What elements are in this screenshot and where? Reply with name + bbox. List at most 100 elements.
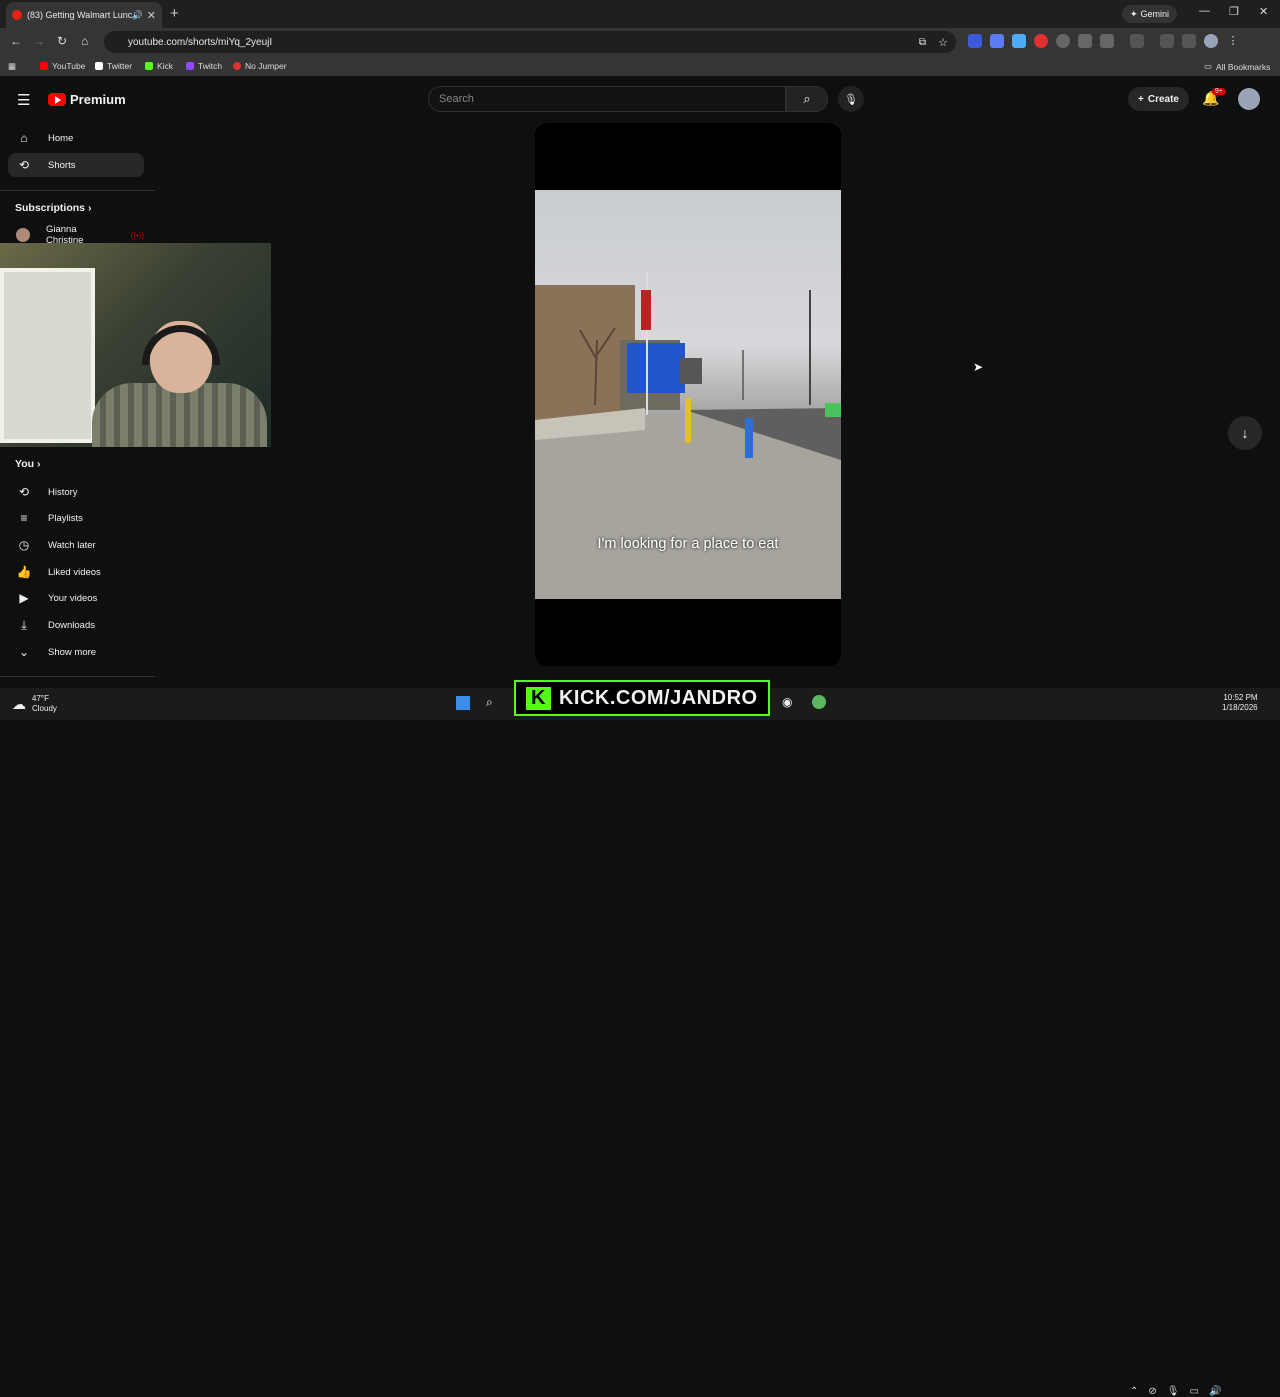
- mouse-cursor-icon: ➤: [973, 360, 984, 374]
- playlists-icon: ≡: [20, 511, 28, 525]
- minimize-icon[interactable]: —: [1199, 5, 1210, 17]
- x-icon: [95, 62, 103, 70]
- close-window-icon[interactable]: ✕: [1259, 5, 1268, 18]
- you-heading[interactable]: You ›: [15, 458, 40, 470]
- mic-icon: 🎙: [844, 93, 858, 106]
- bookmark-twitter[interactable]: Twitter: [95, 61, 132, 71]
- sidebar-item-label: Home: [48, 132, 74, 144]
- channel-avatar: [16, 228, 30, 242]
- close-tab-icon[interactable]: ✕: [147, 9, 156, 22]
- display-icon[interactable]: ▭: [1189, 1386, 1198, 1397]
- create-button[interactable]: + Create: [1128, 87, 1189, 111]
- webcam-overlay: [0, 243, 271, 447]
- download-icon[interactable]: [1160, 34, 1174, 48]
- taskbar-search-icon[interactable]: ⌕: [486, 695, 493, 710]
- mic-icon[interactable]: 🎙: [1167, 1386, 1180, 1397]
- back-icon[interactable]: ←: [10, 34, 22, 48]
- search-input[interactable]: Search: [428, 86, 786, 112]
- apps-grid-icon[interactable]: ▦: [8, 61, 16, 72]
- cloud-icon: ☁: [12, 696, 26, 712]
- folder-icon: ▭: [1204, 61, 1213, 71]
- bookmark-youtube[interactable]: YouTube: [40, 61, 85, 71]
- kick-icon: [145, 62, 153, 70]
- divider: [0, 190, 155, 191]
- menu-dots-icon[interactable]: ⋮: [1226, 34, 1240, 48]
- hamburger-menu-icon[interactable]: ☰: [17, 91, 30, 109]
- sidebar-item-watch-later[interactable]: ◷ Watch later: [8, 533, 144, 557]
- video-caption: I'm looking for a place to eat: [597, 536, 779, 552]
- all-bookmarks[interactable]: ▭ All Bookmarks: [1204, 61, 1270, 72]
- profile-icon[interactable]: [1204, 34, 1218, 48]
- sidebar-item-playlists[interactable]: ≡ Playlists: [8, 506, 144, 530]
- bookmark-kick[interactable]: Kick: [145, 61, 173, 71]
- gemini-button[interactable]: ✦ Gemini: [1122, 5, 1178, 23]
- sidebar-item-shorts[interactable]: ⟲ Shorts: [8, 153, 144, 177]
- sidebar-item-home[interactable]: ⌂ Home: [8, 126, 144, 150]
- sidebar-item-label: Show more: [48, 646, 97, 658]
- plus-icon: +: [1138, 93, 1144, 105]
- windows-start-icon[interactable]: [456, 696, 470, 710]
- extension-icon[interactable]: [1078, 34, 1092, 48]
- bookmark-label: No Jumper: [245, 61, 287, 71]
- avatar[interactable]: [1238, 88, 1260, 110]
- new-tab-icon[interactable]: +: [170, 5, 179, 22]
- media-icon[interactable]: [1182, 34, 1196, 48]
- youtube-favicon-icon: [12, 10, 22, 20]
- extension-icon[interactable]: [1034, 34, 1048, 48]
- sidebar-item-label: Liked videos: [48, 566, 101, 578]
- cast-icon[interactable]: ⧉: [919, 37, 926, 48]
- extension-icon[interactable]: [1056, 34, 1070, 48]
- extension-icon[interactable]: [990, 34, 1004, 48]
- sidebar-item-label: Shorts: [48, 159, 76, 171]
- address-bar[interactable]: youtube.com/shorts/miYq_2yeujI ⧉ ☆: [104, 31, 956, 53]
- bookmark-label: Twitter: [107, 61, 133, 71]
- extension-icon[interactable]: [1012, 34, 1026, 48]
- next-short-button[interactable]: ↓: [1228, 416, 1262, 450]
- video-frame[interactable]: I'm looking for a place to eat: [535, 190, 841, 599]
- bookmark-no-jumper[interactable]: No Jumper: [233, 61, 287, 71]
- chevron-up-icon[interactable]: ⌃: [1130, 1386, 1138, 1397]
- steam-icon[interactable]: ◉: [782, 695, 792, 709]
- browser-toolbar: ← → ↻ ⌂ youtube.com/shorts/miYq_2yeujI ⧉…: [0, 28, 1280, 56]
- search-icon: ⌕: [803, 91, 811, 106]
- url-text: youtube.com/shorts/miYq_2yeujI: [128, 36, 273, 48]
- bookmark-label: Twitch: [198, 61, 223, 71]
- search-button[interactable]: ⌕: [786, 86, 828, 112]
- volume-icon[interactable]: 🔊: [1209, 1386, 1221, 1397]
- home-icon[interactable]: ⌂: [81, 34, 88, 48]
- shorts-player[interactable]: I'm looking for a place to eat: [535, 123, 841, 666]
- sidebar-item-label: Your videos: [48, 592, 98, 604]
- home-icon: ⌂: [20, 131, 28, 145]
- headphones-icon: [142, 325, 220, 365]
- sidebar-item-history[interactable]: ⟲ History: [8, 480, 144, 504]
- kick-logo-icon: K: [526, 686, 551, 710]
- app-icon[interactable]: [812, 695, 826, 709]
- sidebar-item-show-more[interactable]: ⌄ Show more: [8, 640, 144, 664]
- sidebar-item-downloads[interactable]: ⤓ Downloads: [8, 613, 144, 637]
- taskbar-clock[interactable]: 10:52 PM 1/18/2026: [1222, 693, 1258, 713]
- forward-icon[interactable]: →: [33, 34, 45, 48]
- extension-icon[interactable]: [968, 34, 982, 48]
- puzzle-icon[interactable]: [1100, 34, 1114, 48]
- sidebar-item-liked-videos[interactable]: 👍 Liked videos: [8, 560, 144, 584]
- bookmark-twitch[interactable]: Twitch: [186, 61, 222, 71]
- youtube-play-icon: [48, 93, 66, 106]
- bookmarks-bar: ▦ YouTube Twitter Kick Twitch No Jumper …: [0, 56, 1280, 76]
- all-bookmarks-label: All Bookmarks: [1216, 61, 1271, 72]
- browser-tab[interactable]: (83) Getting Walmart Lunch 🔊 ✕: [6, 2, 162, 28]
- kick-url-text: KICK.COM/JANDRO: [558, 686, 758, 709]
- temperature: 47°F: [32, 694, 49, 703]
- voice-search-button[interactable]: 🎙: [838, 86, 864, 112]
- restore-icon[interactable]: ❐: [1229, 5, 1239, 18]
- window-pane: [0, 268, 95, 443]
- network-icon[interactable]: ⊘: [1148, 1386, 1156, 1397]
- weather-widget[interactable]: ☁ 47°F Cloudy: [12, 694, 57, 714]
- subscriptions-heading[interactable]: Subscriptions ›: [15, 202, 91, 214]
- clock-date: 1/18/2026: [1222, 703, 1258, 712]
- sidebar-item-your-videos[interactable]: ▶ Your videos: [8, 586, 144, 610]
- tab-title: (83) Getting Walmart Lunch: [27, 10, 132, 20]
- reload-icon[interactable]: ↻: [57, 34, 67, 48]
- bookmark-star-icon[interactable]: ☆: [938, 36, 948, 49]
- youtube-logo[interactable]: Premium: [48, 92, 126, 107]
- side-panel-icon[interactable]: [1130, 34, 1144, 48]
